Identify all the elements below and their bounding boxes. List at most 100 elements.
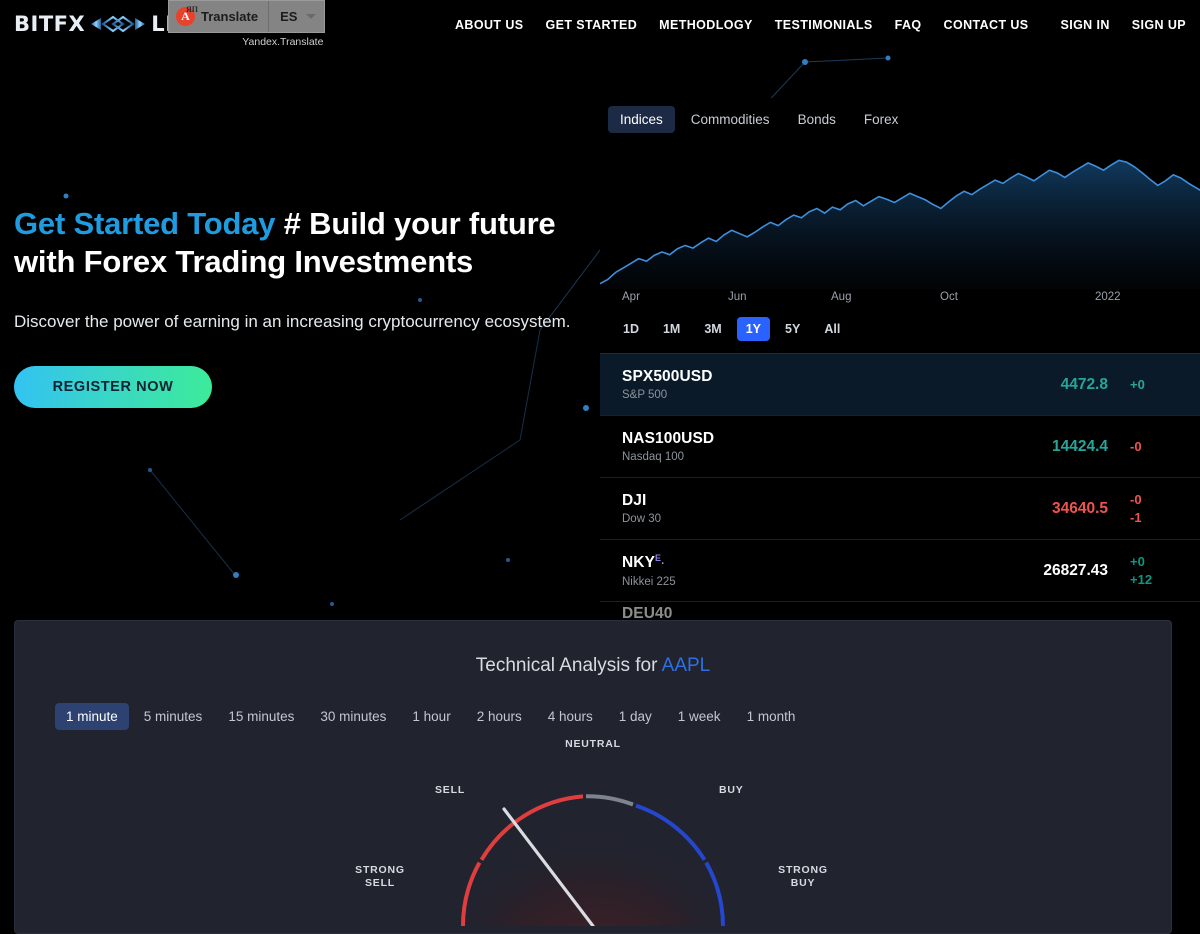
table-row[interactable]: NKYE· Nikkei 225 26827.43 +0 +12 <box>600 539 1200 601</box>
technical-gauge: NEUTRAL SELL BUY STRONG SELL STRONG BUY <box>15 736 1171 926</box>
auth-links: SIGN IN SIGN UP <box>1060 18 1186 32</box>
interval-5-minutes[interactable]: 5 minutes <box>133 703 214 730</box>
chart-svg <box>600 159 1200 289</box>
symbol-block: DEU40 <box>622 605 672 619</box>
tab-bonds[interactable]: Bonds <box>786 106 848 133</box>
market-overview-widget: Indices Commodities Bonds Forex Apr Jun … <box>600 98 1200 618</box>
translate-bar: A ЯП Translate ES <box>168 0 326 33</box>
symbol-description: Dow 30 <box>622 513 661 525</box>
technical-analysis-widget: Technical Analysis for AAPL 1 minute 5 m… <box>14 620 1172 934</box>
interval-30-minutes[interactable]: 30 minutes <box>309 703 397 730</box>
yandex-logo-icon: A ЯП <box>176 5 198 26</box>
range-all[interactable]: All <box>815 317 849 341</box>
language-selector[interactable]: ES <box>269 1 324 32</box>
interval-1-minute[interactable]: 1 minute <box>55 703 129 730</box>
tab-commodities[interactable]: Commodities <box>679 106 782 133</box>
symbol-name: DJI <box>622 492 647 509</box>
yandex-translate-widget: A ЯП Translate ES Yandex.Translate <box>168 0 326 48</box>
symbol-description: S&P 500 <box>622 389 668 401</box>
range-1y[interactable]: 1Y <box>736 317 771 341</box>
symbol-name-text: NKY <box>622 554 656 572</box>
yandex-logo-sup: ЯП <box>186 5 198 14</box>
range-1d[interactable]: 1D <box>614 317 648 341</box>
page-root: BITFX LITE <box>0 0 1200 934</box>
x-tick-2022: 2022 <box>1095 291 1121 303</box>
translate-credit: Yandex.Translate <box>242 36 324 48</box>
nav-item-methodology[interactable]: METHODLOGY <box>659 18 753 32</box>
nav-item-testimonials[interactable]: TESTIMONIALS <box>775 18 873 32</box>
logo-chain-icon <box>89 14 147 34</box>
chevron-down-icon <box>306 14 317 19</box>
hero-title: Get Started Today # Build your future wi… <box>14 205 574 281</box>
symbol-price: 26827.43 <box>1043 561 1108 579</box>
translate-button[interactable]: A ЯП Translate <box>169 1 270 32</box>
interval-15-minutes[interactable]: 15 minutes <box>217 703 305 730</box>
gauge-label-strong-sell: STRONG SELL <box>350 864 410 890</box>
tab-forex[interactable]: Forex <box>852 106 911 133</box>
gauge-label-strong-buy: STRONG BUY <box>773 864 833 890</box>
chart-range-selector: 1D 1M 3M 1Y 5Y All <box>600 313 1200 341</box>
symbol-change-pct: -1 <box>1130 509 1142 525</box>
symbol-name: DEU40 <box>622 604 673 619</box>
sign-in-link[interactable]: SIGN IN <box>1060 18 1109 32</box>
symbol-description: Nikkei 225 <box>622 575 676 588</box>
language-code: ES <box>280 9 298 24</box>
x-tick-aug: Aug <box>831 291 852 303</box>
interval-4-hours[interactable]: 4 hours <box>537 703 604 730</box>
market-symbol-list: SPX500USD S&P 500 4472.8 +0 NAS100USD Na… <box>600 353 1200 618</box>
symbol-name: NAS100USD <box>622 430 715 447</box>
symbol-description: Nasdaq 100 <box>622 451 685 463</box>
symbol-dot: · <box>661 558 665 571</box>
nav-item-about-us[interactable]: ABOUT US <box>455 18 523 32</box>
hero-section: Get Started Today # Build your future wi… <box>14 205 574 408</box>
chart-x-axis: Apr Jun Aug Oct 2022 <box>600 291 1200 313</box>
interval-1-month[interactable]: 1 month <box>736 703 807 730</box>
translate-button-label: Translate <box>201 9 259 24</box>
x-tick-oct: Oct <box>940 291 958 303</box>
symbol-change-pct: +12 <box>1130 571 1153 587</box>
main-navigation: ABOUT US GET STARTED METHODLOGY TESTIMON… <box>455 18 1029 32</box>
logo-text-primary: BITFX <box>14 12 86 36</box>
gauge-strong-sell-line2: SELL <box>364 877 396 889</box>
x-tick-jun: Jun <box>728 291 747 303</box>
sign-up-link[interactable]: SIGN UP <box>1132 18 1186 32</box>
nav-item-faq[interactable]: FAQ <box>895 18 922 32</box>
range-5y[interactable]: 5Y <box>776 317 809 341</box>
symbol-change: -0 -1 <box>1130 491 1200 527</box>
symbol-change-abs: +0 <box>1130 553 1145 569</box>
interval-selector: 1 minute 5 minutes 15 minutes 30 minutes… <box>15 703 1171 730</box>
gauge-strong-buy-line2: BUY <box>790 877 816 889</box>
hero-title-accent: Get Started Today <box>14 206 276 241</box>
market-overview-chart[interactable] <box>600 151 1200 289</box>
table-row[interactable]: DEU40 <box>600 601 1200 618</box>
page-title: Technical Analysis for AAPL <box>15 655 1171 677</box>
symbol-change: +0 <box>1130 376 1145 392</box>
tab-indices[interactable]: Indices <box>608 106 675 133</box>
ta-title-symbol[interactable]: AAPL <box>662 655 711 676</box>
symbol-price: 34640.5 <box>1051 499 1108 517</box>
range-1m[interactable]: 1M <box>654 317 689 341</box>
table-row[interactable]: DJI Dow 30 34640.5 -0 -1 <box>600 477 1200 539</box>
symbol-change: -0 <box>1130 438 1142 454</box>
range-3m[interactable]: 3M <box>695 317 730 341</box>
interval-1-day[interactable]: 1 day <box>608 703 663 730</box>
symbol-block: NAS100USD Nasdaq 100 <box>622 430 714 463</box>
interval-1-week[interactable]: 1 week <box>667 703 732 730</box>
ta-title-prefix: Technical Analysis for <box>475 655 662 676</box>
symbol-block: DJI Dow 30 <box>622 492 661 525</box>
symbol-name: NKYE· <box>622 553 676 572</box>
nav-item-contact-us[interactable]: CONTACT US <box>944 18 1029 32</box>
interval-2-hours[interactable]: 2 hours <box>466 703 533 730</box>
register-now-button[interactable]: REGISTER NOW <box>14 366 212 408</box>
gauge-svg <box>461 794 725 926</box>
table-row[interactable]: SPX500USD S&P 500 4472.8 +0 <box>600 353 1200 415</box>
hero-subtitle: Discover the power of earning in an incr… <box>14 312 571 331</box>
symbol-price: 4472.8 <box>1060 375 1108 393</box>
gauge-strong-sell-line1: STRONG <box>355 864 405 876</box>
nav-item-get-started[interactable]: GET STARTED <box>545 18 637 32</box>
symbol-price: 14424.4 <box>1051 437 1108 455</box>
interval-1-hour[interactable]: 1 hour <box>401 703 461 730</box>
table-row[interactable]: NAS100USD Nasdaq 100 14424.4 -0 <box>600 415 1200 477</box>
market-category-tabs: Indices Commodities Bonds Forex <box>600 98 1200 133</box>
symbol-block: NKYE· Nikkei 225 <box>622 553 676 587</box>
